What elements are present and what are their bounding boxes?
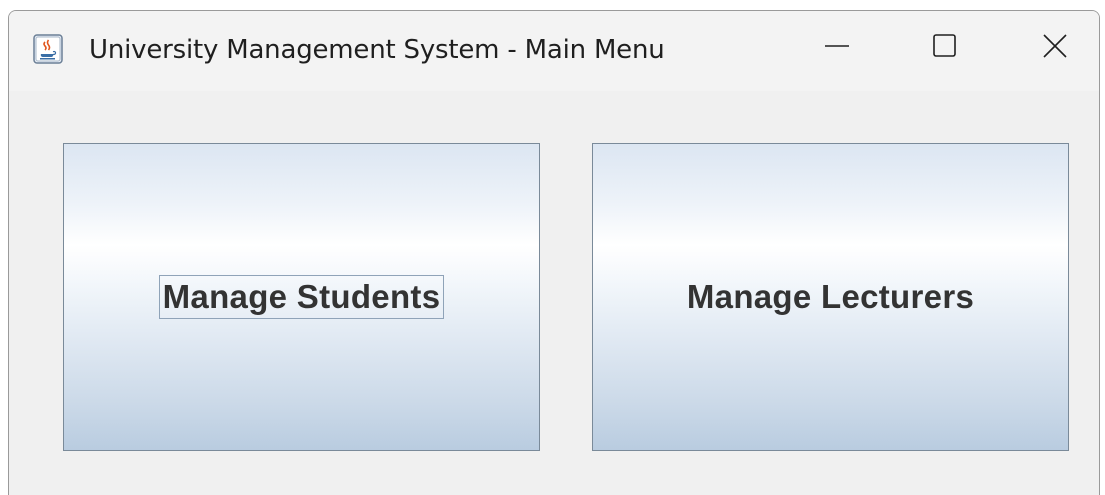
manage-students-button[interactable]: Manage Students bbox=[63, 143, 540, 451]
java-coffee-cup-icon[interactable] bbox=[33, 34, 63, 64]
maximize-button[interactable] bbox=[915, 25, 975, 71]
maximize-icon bbox=[932, 33, 958, 64]
minimize-icon bbox=[824, 33, 850, 64]
manage-students-label: Manage Students bbox=[158, 275, 445, 319]
window-title: University Management System - Main Menu bbox=[89, 35, 665, 65]
close-icon bbox=[1042, 33, 1068, 64]
manage-lecturers-label: Manage Lecturers bbox=[686, 278, 975, 315]
main-menu-window: University Management System - Main Menu bbox=[8, 10, 1100, 495]
minimize-button[interactable] bbox=[807, 25, 867, 71]
close-button[interactable] bbox=[1025, 25, 1085, 71]
title-bar[interactable]: University Management System - Main Menu bbox=[9, 11, 1099, 91]
manage-lecturers-button[interactable]: Manage Lecturers bbox=[592, 143, 1069, 451]
